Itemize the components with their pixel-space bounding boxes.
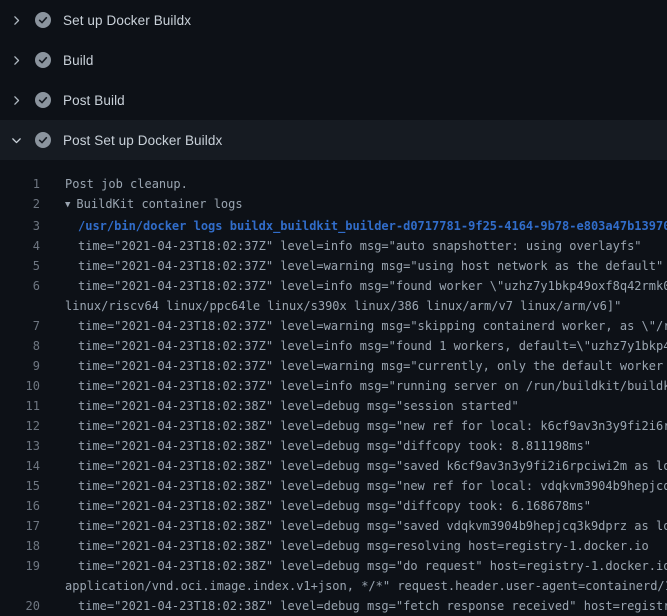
log-line-number[interactable]: 3 bbox=[0, 216, 40, 236]
log-line: 20 time="2021-04-23T18:02:38Z" level=deb… bbox=[0, 596, 667, 616]
log-line: 2 ▼ BuildKit container logs bbox=[0, 194, 667, 216]
log-line-text: time="2021-04-23T18:02:38Z" level=debug … bbox=[65, 456, 667, 476]
log-line: 12 time="2021-04-23T18:02:38Z" level=deb… bbox=[0, 416, 667, 436]
log-line-number[interactable]: 17 bbox=[0, 516, 40, 536]
step-section-label: Post Set up Docker Buildx bbox=[63, 133, 222, 148]
log-line-text: time="2021-04-23T18:02:38Z" level=debug … bbox=[65, 396, 519, 416]
log-line-number[interactable]: 4 bbox=[0, 236, 40, 256]
log-line-number[interactable]: 13 bbox=[0, 436, 40, 456]
log-line-text: time="2021-04-23T18:02:37Z" level=info m… bbox=[65, 376, 667, 396]
step-section-post-set-up-docker-buildx[interactable]: Post Set up Docker Buildx bbox=[0, 120, 667, 160]
log-line-text: time="2021-04-23T18:02:38Z" level=debug … bbox=[65, 556, 667, 576]
chevron-right-icon bbox=[10, 12, 23, 28]
log-line-number[interactable]: 2 bbox=[0, 194, 40, 216]
log-line-number[interactable]: 12 bbox=[0, 416, 40, 436]
log-group-label: BuildKit container logs bbox=[76, 197, 242, 211]
log-line-text: Post job cleanup. bbox=[65, 174, 188, 194]
log-viewer: 1 Post job cleanup. 2 ▼ BuildKit containe… bbox=[0, 160, 667, 616]
log-line-text: time="2021-04-23T18:02:37Z" level=info m… bbox=[65, 336, 667, 356]
log-line-number[interactable]: 8 bbox=[0, 336, 40, 356]
log-line-number[interactable]: 9 bbox=[0, 356, 40, 376]
log-line-number[interactable]: 1 bbox=[0, 174, 40, 194]
log-line-text: time="2021-04-23T18:02:38Z" level=debug … bbox=[65, 536, 649, 556]
log-line-text: time="2021-04-23T18:02:38Z" level=debug … bbox=[65, 416, 667, 436]
log-line: 18 time="2021-04-23T18:02:38Z" level=deb… bbox=[0, 536, 667, 556]
chevron-down-icon bbox=[10, 132, 23, 148]
log-line-text: /usr/bin/docker logs buildx_buildkit_bui… bbox=[65, 216, 667, 236]
check-circle-icon bbox=[35, 52, 51, 68]
log-line: 17 time="2021-04-23T18:02:38Z" level=deb… bbox=[0, 516, 667, 536]
log-line-number bbox=[0, 296, 40, 316]
log-line: 8 time="2021-04-23T18:02:37Z" level=info… bbox=[0, 336, 667, 356]
log-line: 7 time="2021-04-23T18:02:37Z" level=warn… bbox=[0, 316, 667, 336]
log-line: 16 time="2021-04-23T18:02:38Z" level=deb… bbox=[0, 496, 667, 516]
log-line-text: time="2021-04-23T18:02:37Z" level=info m… bbox=[65, 236, 642, 256]
log-line-text: time="2021-04-23T18:02:38Z" level=debug … bbox=[65, 476, 667, 496]
log-line: 13 time="2021-04-23T18:02:38Z" level=deb… bbox=[0, 436, 667, 456]
log-line-number[interactable]: 5 bbox=[0, 256, 40, 276]
chevron-right-icon bbox=[10, 92, 23, 108]
check-circle-icon bbox=[35, 132, 51, 148]
log-line-number[interactable]: 10 bbox=[0, 376, 40, 396]
log-line-number[interactable]: 20 bbox=[0, 596, 40, 616]
log-line: application/vnd.oci.image.index.v1+json,… bbox=[0, 576, 667, 596]
log-line-text: time="2021-04-23T18:02:38Z" level=debug … bbox=[65, 516, 667, 536]
log-line-number[interactable]: 19 bbox=[0, 556, 40, 576]
log-line-text: ▼ BuildKit container logs bbox=[65, 194, 243, 216]
step-section-post-build[interactable]: Post Build bbox=[0, 80, 667, 120]
log-line-number[interactable]: 15 bbox=[0, 476, 40, 496]
step-section-set-up-docker-buildx[interactable]: Set up Docker Buildx bbox=[0, 0, 667, 40]
step-section-build[interactable]: Build bbox=[0, 40, 667, 80]
log-line-text: time="2021-04-23T18:02:37Z" level=warnin… bbox=[65, 356, 667, 376]
log-line-number bbox=[0, 576, 40, 596]
chevron-right-icon bbox=[10, 52, 23, 68]
log-line: 10 time="2021-04-23T18:02:37Z" level=inf… bbox=[0, 376, 667, 396]
step-section-label: Build bbox=[63, 53, 94, 68]
log-line: 19 time="2021-04-23T18:02:38Z" level=deb… bbox=[0, 556, 667, 576]
step-section-label: Set up Docker Buildx bbox=[63, 13, 191, 28]
log-line-text: time="2021-04-23T18:02:38Z" level=debug … bbox=[65, 596, 667, 616]
log-line-number[interactable]: 14 bbox=[0, 456, 40, 476]
log-line-number[interactable]: 6 bbox=[0, 276, 40, 296]
group-collapse-triangle-icon[interactable]: ▼ bbox=[65, 195, 70, 215]
check-circle-icon bbox=[35, 12, 51, 28]
log-line: 11 time="2021-04-23T18:02:38Z" level=deb… bbox=[0, 396, 667, 416]
log-line-text: time="2021-04-23T18:02:37Z" level=info m… bbox=[65, 276, 667, 296]
log-line-number[interactable]: 11 bbox=[0, 396, 40, 416]
log-line-text: time="2021-04-23T18:02:37Z" level=warnin… bbox=[65, 316, 667, 336]
log-line: 1 Post job cleanup. bbox=[0, 174, 667, 194]
log-line: 9 time="2021-04-23T18:02:37Z" level=warn… bbox=[0, 356, 667, 376]
log-line-text: application/vnd.oci.image.index.v1+json,… bbox=[65, 576, 667, 596]
log-line: 3 /usr/bin/docker logs buildx_buildkit_b… bbox=[0, 216, 667, 236]
log-line: 6 time="2021-04-23T18:02:37Z" level=info… bbox=[0, 276, 667, 296]
log-line-text: time="2021-04-23T18:02:38Z" level=debug … bbox=[65, 436, 591, 456]
log-line: linux/riscv64 linux/ppc64le linux/s390x … bbox=[0, 296, 667, 316]
log-line: 5 time="2021-04-23T18:02:37Z" level=warn… bbox=[0, 256, 667, 276]
log-line-text: linux/riscv64 linux/ppc64le linux/s390x … bbox=[65, 296, 621, 316]
log-line-text: time="2021-04-23T18:02:37Z" level=warnin… bbox=[65, 256, 663, 276]
workflow-steps-list: Set up Docker Buildx Build Post Build bbox=[0, 0, 667, 160]
log-line-number[interactable]: 18 bbox=[0, 536, 40, 556]
log-line: 14 time="2021-04-23T18:02:38Z" level=deb… bbox=[0, 456, 667, 476]
log-line-number[interactable]: 16 bbox=[0, 496, 40, 516]
log-line-text: time="2021-04-23T18:02:38Z" level=debug … bbox=[65, 496, 591, 516]
log-line: 4 time="2021-04-23T18:02:37Z" level=info… bbox=[0, 236, 667, 256]
log-line: 15 time="2021-04-23T18:02:38Z" level=deb… bbox=[0, 476, 667, 496]
step-section-label: Post Build bbox=[63, 93, 125, 108]
check-circle-icon bbox=[35, 92, 51, 108]
log-line-number[interactable]: 7 bbox=[0, 316, 40, 336]
